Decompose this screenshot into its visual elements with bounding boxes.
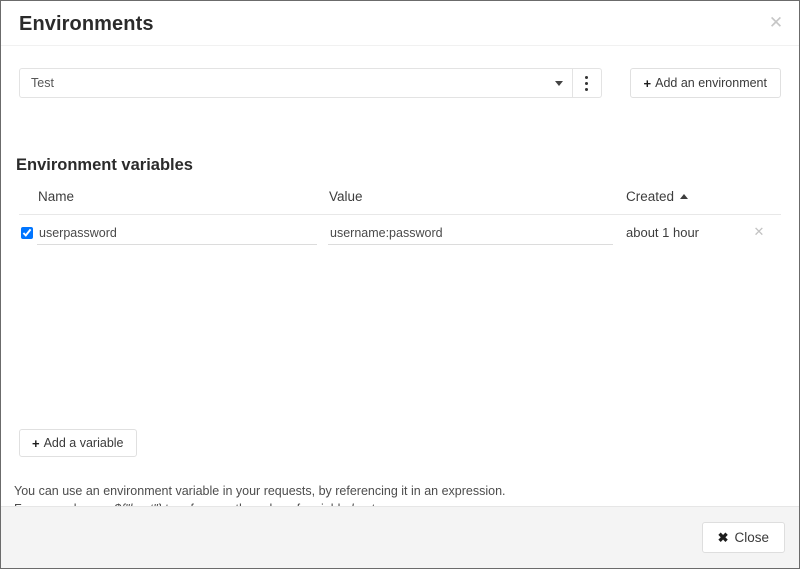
close-x-icon: ✖ xyxy=(717,529,729,545)
section-heading: Environment variables xyxy=(16,156,193,174)
caret-up-icon xyxy=(680,194,689,199)
environment-select-group: Test xyxy=(19,68,602,98)
variable-name-input[interactable] xyxy=(37,221,317,245)
column-header-created[interactable]: Created xyxy=(626,189,689,204)
add-environment-label: Add an environment xyxy=(655,76,767,90)
close-icon[interactable]: ✕ xyxy=(766,13,786,33)
row-enabled-checkbox[interactable] xyxy=(21,227,33,239)
table-row: about 1 hour ✕ xyxy=(19,215,781,253)
page-title: Environments xyxy=(19,13,154,35)
close-button[interactable]: ✖ Close xyxy=(701,522,785,553)
plus-icon: + xyxy=(643,75,652,91)
column-header-name[interactable]: Name xyxy=(38,189,74,204)
environment-variables-table: Name Value Created about 1 hour ✕ xyxy=(19,189,781,253)
environment-select-value: Test xyxy=(31,76,54,90)
variable-created-text: about 1 hour xyxy=(626,225,700,240)
environments-dialog: Environments ✕ Test + Add an environment xyxy=(0,0,800,569)
environment-toolbar: Test + Add an environment xyxy=(19,68,781,98)
add-variable-label: Add a variable xyxy=(43,436,124,450)
column-header-value[interactable]: Value xyxy=(329,189,363,204)
chevron-down-icon[interactable] xyxy=(546,69,572,97)
close-button-label: Close xyxy=(734,530,769,545)
environment-select[interactable]: Test xyxy=(20,69,546,97)
add-environment-button[interactable]: + Add an environment xyxy=(629,68,781,98)
plus-icon: + xyxy=(32,435,40,451)
add-variable-button[interactable]: + Add a variable xyxy=(19,429,137,457)
more-vertical-icon[interactable] xyxy=(571,69,601,97)
table-header-row: Name Value Created xyxy=(19,189,781,215)
dialog-body: Test + Add an environment Environment va… xyxy=(1,46,799,533)
dialog-header: Environments ✕ xyxy=(1,1,799,46)
help-line-1: You can use an environment variable in y… xyxy=(14,484,506,498)
dialog-footer: ✖ Close xyxy=(1,506,799,568)
remove-variable-icon[interactable]: ✕ xyxy=(751,224,767,240)
variable-value-input[interactable] xyxy=(328,221,613,245)
column-header-created-label: Created xyxy=(626,189,675,204)
